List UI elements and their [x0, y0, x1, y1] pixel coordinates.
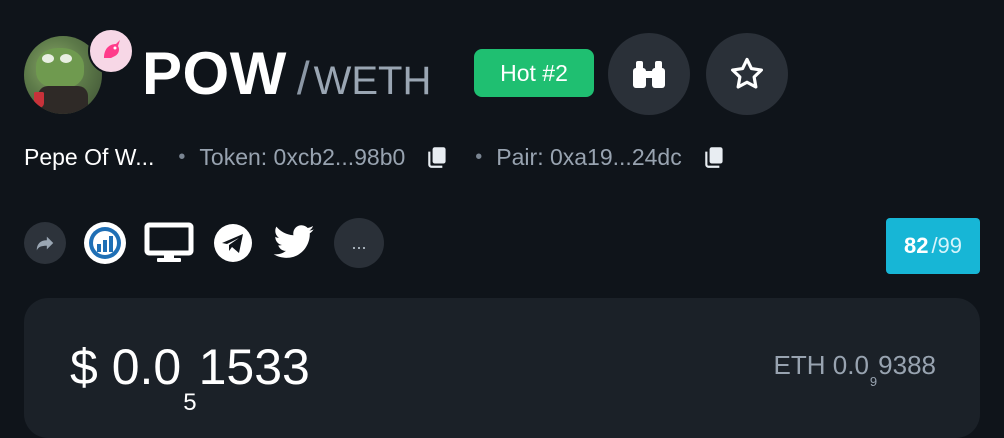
quote-symbol: WETH	[313, 59, 432, 103]
score-value: 82	[903, 233, 929, 258]
usd-price-prefix: $ 0.0	[70, 339, 182, 395]
share-icon	[36, 236, 54, 251]
share-button[interactable]	[24, 222, 66, 264]
eth-price-zeros: 9	[869, 374, 878, 389]
telegram-icon	[214, 224, 252, 262]
pair-address[interactable]: Pair: 0xa19...24dc	[496, 144, 681, 171]
token-symbol: POW	[142, 40, 287, 107]
chart-logo-icon	[89, 227, 121, 259]
copy-token-icon[interactable]	[425, 144, 451, 170]
token-name: Pepe Of W...	[24, 143, 155, 170]
separator-dot: •	[178, 145, 186, 168]
favorite-button[interactable]	[706, 33, 788, 115]
more-links-button[interactable]: ...	[334, 218, 384, 268]
more-label: ...	[351, 232, 367, 253]
price-card: $ 0.051533 ETH 0.099388	[24, 298, 980, 438]
website-link[interactable]	[144, 222, 194, 264]
star-icon	[731, 57, 763, 89]
pair-slash: /	[296, 52, 310, 104]
copy-pair-icon[interactable]	[702, 144, 728, 170]
score-max: /99	[931, 233, 963, 258]
eth-price-digits: 9388	[878, 350, 936, 380]
usd-price: $ 0.051533	[70, 338, 310, 416]
eth-price-prefix: ETH 0.0	[773, 350, 869, 380]
binoculars-icon	[633, 61, 665, 88]
twitter-link[interactable]	[272, 224, 316, 262]
token-address[interactable]: Token: 0xcb2...98b0	[199, 144, 405, 171]
hot-badge[interactable]: Hot #2	[474, 49, 594, 97]
coingecko-link[interactable]	[84, 222, 126, 264]
twitter-icon	[273, 225, 315, 258]
pair-meta: Pepe Of W... • Token: 0xcb2...98b0 • Pai…	[24, 141, 728, 173]
eth-price: ETH 0.099388	[773, 350, 936, 389]
usd-price-digits: 1533	[198, 339, 310, 395]
binoculars-button[interactable]	[608, 33, 690, 115]
monitor-icon	[144, 222, 194, 262]
unicorn-icon	[88, 28, 134, 74]
social-links: ...	[24, 218, 402, 268]
telegram-link[interactable]	[212, 222, 254, 264]
usd-price-zeros: 5	[183, 389, 197, 416]
separator-dot: •	[475, 145, 483, 168]
trust-score-badge[interactable]: 82 /99	[886, 218, 980, 274]
